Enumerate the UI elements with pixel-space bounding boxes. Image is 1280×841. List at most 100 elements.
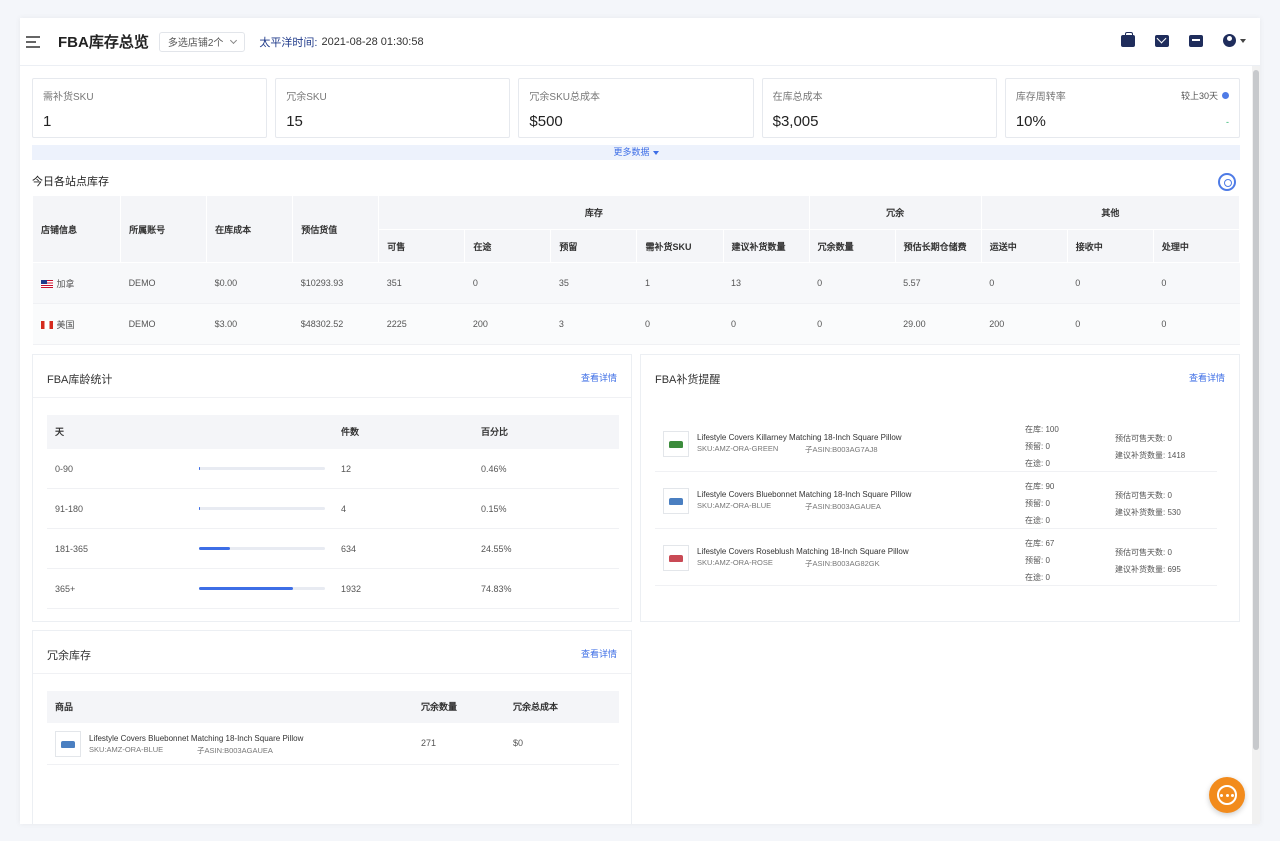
product-name: Lifestyle Covers Bluebonnet Matching 18-… (89, 734, 304, 743)
cell-need-sku: 0 (636, 303, 723, 345)
cell-processing: 0 (1153, 262, 1240, 304)
cell-pct: 74.83% (481, 584, 512, 594)
stock-stats: 在库: 67 预留: 0 在途: 0 (1025, 535, 1054, 586)
age-bar (199, 507, 325, 510)
stat-inbound: 在途: 0 (1025, 459, 1050, 468)
timezone-time: 2021-08-28 01:30:58 (321, 35, 424, 48)
dot (1231, 794, 1234, 797)
cell-value: $10293.93 (292, 262, 379, 304)
list-item[interactable]: Lifestyle Covers Roseblush Matching 18-I… (655, 529, 1217, 586)
cell-cost: $0.00 (206, 262, 293, 304)
age-table-header: 天 件数 百分比 (47, 415, 619, 449)
stat-days: 预估可售天数: 0 (1115, 548, 1172, 557)
kpi-row: 需补货SKU 1 冗余SKU 15 冗余SKU总成本 $500 在库总成本 $3… (32, 78, 1241, 138)
cell-inbound: 0 (464, 262, 551, 304)
th-processing: 处理中 (1152, 229, 1241, 263)
product-name: Lifestyle Covers Roseblush Matching 18-I… (697, 547, 909, 556)
th-account: 所属账号 (120, 195, 208, 263)
cell-shop: 加拿 (32, 262, 121, 304)
forecast-stats: 预估可售天数: 0 建议补货数量: 1418 (1115, 430, 1185, 464)
menu-icon[interactable] (26, 35, 40, 48)
th-cost: 冗余总成本 (513, 702, 559, 712)
stat-inbound: 在途: 0 (1025, 573, 1050, 582)
product-thumbnail (663, 545, 689, 571)
more-data-button[interactable]: 更多数据 (32, 145, 1240, 160)
th-receiving: 接收中 (1066, 229, 1154, 263)
kpi-label: 冗余SKU总成本 (529, 92, 600, 103)
list-item[interactable]: Lifestyle Covers Bluebonnet Matching 18-… (655, 472, 1217, 529)
th-excess-qty: 冗余数量 (808, 229, 896, 263)
excess-table-header: 商品 冗余数量 冗余总成本 (47, 691, 619, 723)
kpi-value: 10% (1015, 113, 1046, 130)
th-inbound: 在途 (464, 229, 552, 263)
excess-details-link[interactable]: 查看详情 (581, 647, 617, 660)
info-icon[interactable] (1222, 92, 1230, 99)
us-flag-icon (40, 280, 53, 289)
age-bar (199, 467, 325, 470)
cell-processing: 0 (1153, 303, 1240, 345)
site-stock-table: 店铺信息 所属账号 在库成本 预估货值 库存 冗余 其他 可售 在途 预留 需补… (31, 195, 1241, 345)
product-sku: SKU:AMZ-ORA-BLUE (89, 745, 164, 754)
th-product: 商品 (55, 702, 74, 712)
cell-suggest-qty: 0 (723, 303, 810, 345)
th-qty: 件数 (341, 427, 360, 437)
age-stats-details-link[interactable]: 查看详情 (581, 371, 617, 384)
caret-down-icon (652, 150, 659, 155)
th-shipping: 运送中 (980, 229, 1068, 263)
kpi-value: $500 (529, 113, 563, 130)
product-asin: 子ASIN:B003AG7AJ8 (805, 445, 878, 454)
mail-icon[interactable] (1155, 34, 1169, 47)
cell-suggest-qty: 13 (723, 262, 810, 304)
table-row[interactable]: Lifestyle Covers Bluebonnet Matching 18-… (47, 723, 619, 765)
product-sku: SKU:AMZ-ORA-GREEN (697, 444, 779, 453)
kpi-label: 冗余SKU (286, 92, 327, 103)
cell-reserved: 3 (550, 303, 637, 345)
age-bar-fill (199, 467, 201, 470)
chat-support-button[interactable] (1209, 777, 1245, 813)
table-row: 91-180 4 0.15% (47, 489, 619, 529)
cell-available: 351 (378, 262, 465, 304)
stat-reserved: 预留: 0 (1025, 556, 1050, 565)
dot (1225, 794, 1229, 797)
stat-suggest: 建议补货数量: 1418 (1115, 451, 1186, 460)
forecast-stats: 预估可售天数: 0 建议补货数量: 530 (1115, 487, 1181, 521)
cell-shipping: 200 (981, 303, 1068, 345)
list-item[interactable]: Lifestyle Covers Killarney Matching 18-I… (655, 415, 1217, 472)
cell-qty: 634 (341, 544, 357, 554)
cell-cost: $0 (513, 738, 524, 748)
cell-receiving: 0 (1067, 262, 1154, 304)
cell-value: $48302.52 (292, 303, 379, 345)
cell-account: DEMO (120, 303, 207, 345)
th-suggest-qty: 建议补货数量 (722, 229, 810, 263)
stat-reserved: 预留: 0 (1025, 499, 1050, 508)
stock-stats: 在库: 100 预留: 0 在途: 0 (1025, 421, 1059, 472)
panel-title: FBA库龄统计 (47, 374, 113, 386)
kpi-card-excess-sku: 冗余SKU 15 (275, 78, 511, 138)
replenish-details-link[interactable]: 查看详情 (1189, 371, 1225, 384)
shop-select[interactable]: 多选店铺2个 (158, 31, 246, 52)
kpi-compare[interactable]: 较上30天 (1181, 89, 1230, 102)
kpi-trend: - (1226, 117, 1230, 127)
shopping-bag-icon[interactable] (1121, 31, 1135, 47)
cell-pct: 24.55% (481, 544, 512, 554)
table-row: 美国 DEMO $3.00 $48302.52 2225 200 3 0 0 0… (32, 303, 1240, 345)
th-need-sku: 需补货SKU (636, 229, 724, 263)
panel-title: FBA补货提醒 (655, 374, 721, 386)
product-thumbnail (663, 488, 689, 514)
kpi-card-need-sku: 需补货SKU 1 (32, 78, 268, 138)
th-qty: 冗余数量 (421, 702, 458, 712)
cell-pct: 0.46% (481, 464, 507, 474)
scrollbar-thumb[interactable] (1253, 70, 1259, 750)
message-icon[interactable] (1189, 34, 1203, 47)
cell-reserved: 35 (550, 262, 637, 304)
age-bar (199, 547, 325, 550)
gear-icon[interactable] (1218, 173, 1236, 191)
stat-suggest: 建议补货数量: 695 (1115, 565, 1181, 574)
age-bar-fill (199, 587, 294, 590)
top-bar: FBA库存总览 多选店铺2个 太平洋时间: 2021-08-28 01:30:5… (20, 18, 1260, 66)
page-title: FBA库存总览 (58, 34, 149, 51)
age-stats-panel: FBA库龄统计 查看详情 天 件数 百分比 0-90 12 0.46% 91-1… (32, 354, 632, 622)
user-menu[interactable] (1223, 34, 1246, 47)
kpi-card-turnover: 库存周转率 10% 较上30天 - (1004, 78, 1241, 138)
cell-excess-qty: 0 (809, 303, 896, 345)
